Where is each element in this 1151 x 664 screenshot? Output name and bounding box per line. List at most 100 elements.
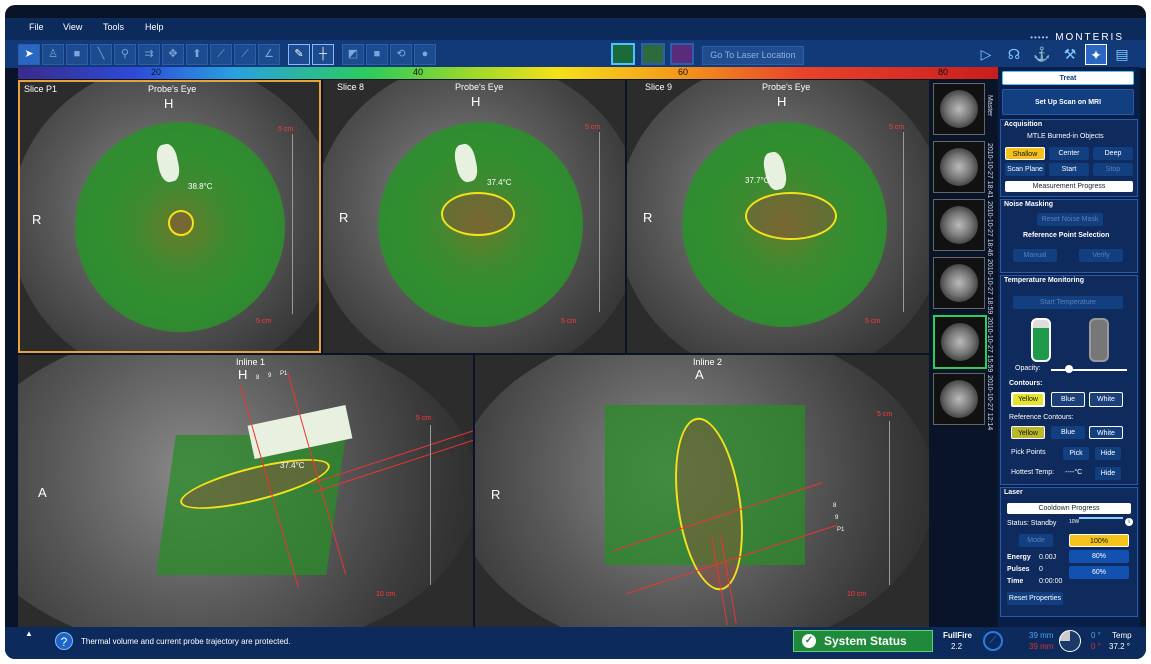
mode-button[interactable]: Mode: [1019, 534, 1053, 547]
time-value: 0:00:00: [1039, 578, 1063, 585]
opacity-slider[interactable]: [1051, 369, 1127, 371]
layout-grid-icon-1[interactable]: [611, 43, 635, 65]
deep-button[interactable]: Deep: [1093, 147, 1133, 160]
pick-button[interactable]: Pick: [1063, 447, 1089, 460]
shallow-button[interactable]: Shallow: [1005, 147, 1045, 160]
viewport-slice-8[interactable]: Slice 8 Probe's Eye H R 37.4°C 5 cm 5 cm: [323, 80, 625, 353]
treat-icon[interactable]: ✦: [1085, 44, 1107, 65]
pencil-tool-icon[interactable]: ✎: [288, 44, 310, 65]
head-icon[interactable]: ☊: [1003, 44, 1025, 65]
system-status-button[interactable]: ✓ System Status: [793, 630, 933, 652]
scan-plane-button[interactable]: Scan Plane: [1005, 163, 1045, 176]
pick-points-label: Pick Points: [1011, 449, 1046, 456]
menu-tools[interactable]: Tools: [103, 22, 124, 32]
probe-insert-icon[interactable]: ⚓: [1031, 44, 1053, 65]
probe-tool-icon[interactable]: ♙: [42, 44, 64, 65]
start-button[interactable]: Start: [1049, 163, 1089, 176]
fill-tool-icon[interactable]: ■: [366, 44, 388, 65]
laser-header: Laser: [1004, 489, 1023, 496]
acquisition-section: Acquisition MTLE Burned-in Objects Shall…: [1000, 119, 1138, 197]
contrast-tool-icon[interactable]: ◩: [342, 44, 364, 65]
viewport-slice-9[interactable]: Slice 9 Probe's Eye H R 37.7°C 5 cm 5 cm: [627, 80, 929, 353]
go-to-laser-button[interactable]: Go To Laser Location: [702, 46, 804, 65]
temperature-readout: 37.7°C: [745, 176, 770, 185]
rotation-dial-icon[interactable]: [1059, 630, 1081, 652]
ruler-tool-icon[interactable]: ⟋: [210, 44, 232, 65]
measurement-progress: Measurement Progress: [1005, 181, 1133, 192]
start-temperature-button[interactable]: Start Temperature: [1013, 296, 1123, 309]
menu-help[interactable]: Help: [145, 22, 164, 32]
center-button[interactable]: Center: [1049, 147, 1089, 160]
viewport-inline-2[interactable]: Inline 2 A R 8 9 P1 5 cm 10 cm: [475, 355, 929, 627]
opacity-slider-thumb[interactable]: [1065, 365, 1073, 373]
thumbnail-master[interactable]: [933, 83, 985, 135]
thumbnail-5[interactable]: [933, 373, 985, 425]
help-icon[interactable]: ?: [55, 632, 73, 650]
power-100-button[interactable]: 100%: [1069, 534, 1129, 547]
pulses-label: Pulses: [1007, 566, 1030, 573]
contour-blue-button[interactable]: Blue: [1051, 392, 1085, 407]
compass-icon[interactable]: ⟋: [983, 631, 1003, 651]
rect-tool-icon[interactable]: ■: [66, 44, 88, 65]
scale-ruler: [897, 132, 904, 312]
play-icon[interactable]: ▷: [975, 44, 997, 65]
angle-2: 0 °: [1091, 642, 1101, 651]
pointer-tool-icon[interactable]: ➤: [18, 44, 40, 65]
reset-noise-mask-button[interactable]: Reset Noise Mask: [1037, 213, 1103, 226]
ref-contour-white-button[interactable]: White: [1089, 426, 1123, 439]
thumbnail-4[interactable]: [933, 315, 987, 369]
ref-contour-blue-button[interactable]: Blue: [1051, 426, 1085, 439]
stop-button[interactable]: Stop: [1093, 163, 1133, 176]
viewport-inline-1[interactable]: Inline 1 H A 37.4°C 8 9 P1 5 cm 10 cm: [18, 355, 473, 627]
menu-bar: File View Tools Help ••••• MONTERIS: [5, 18, 1146, 43]
thumbnail-1[interactable]: [933, 141, 985, 193]
rotate-tool-icon[interactable]: ⟲: [390, 44, 412, 65]
power-60-button[interactable]: 60%: [1069, 566, 1129, 579]
dot-tool-icon[interactable]: ●: [414, 44, 436, 65]
contour-white-button[interactable]: White: [1089, 392, 1123, 407]
verify-button[interactable]: Verify: [1079, 249, 1123, 262]
up-tool-icon[interactable]: ⬆: [186, 44, 208, 65]
reset-properties-button[interactable]: Reset Properties: [1007, 592, 1063, 605]
viewport-slice-p1[interactable]: Slice P1 Probe's Eye H R 38.8°C 5 cm 5 c…: [18, 80, 321, 353]
view-title: Probe's Eye: [148, 84, 197, 94]
crosshair-tool-icon[interactable]: ┼: [312, 44, 334, 65]
zoom-tool-icon[interactable]: ⚲: [114, 44, 136, 65]
contour-yellow-button[interactable]: Yellow: [1011, 392, 1045, 407]
pan-tool-icon[interactable]: ✥: [162, 44, 184, 65]
orientation-top: A: [695, 367, 704, 382]
scale-label-bottom: 10 cm: [376, 591, 396, 598]
manual-button[interactable]: Manual: [1013, 249, 1057, 262]
layout-grid-icon-3[interactable]: [670, 43, 694, 65]
line-tool-icon[interactable]: ╲: [90, 44, 112, 65]
scale-ruler: [424, 425, 431, 585]
temp-label: Temp: [1112, 631, 1132, 640]
thumbnail-3[interactable]: [933, 257, 985, 309]
treat-tab[interactable]: Treat: [1002, 71, 1134, 85]
orientation-left: R: [491, 487, 501, 502]
scale-ruler: [593, 132, 600, 312]
laser-icon[interactable]: ⚒: [1059, 44, 1081, 65]
power-waveform-icon: [1079, 517, 1123, 531]
temperature-readout: 37.4°C: [280, 461, 305, 470]
hide-pick-button[interactable]: Hide: [1095, 447, 1121, 460]
contours-label: Contours:: [1009, 380, 1043, 387]
thumbnail-2[interactable]: [933, 199, 985, 251]
hide-hottest-button[interactable]: Hide: [1095, 467, 1121, 480]
thumb-label-5: 2010-10-27 12:14: [986, 375, 993, 431]
menu-file[interactable]: File: [29, 22, 44, 32]
ref-contour-yellow-button[interactable]: Yellow: [1011, 426, 1045, 439]
control-panel: Treat Set Up Scan on MRI Acquisition MTL…: [998, 67, 1140, 637]
info-icon[interactable]: i: [1125, 518, 1133, 526]
trajectory-tool-icon[interactable]: ⇉: [138, 44, 160, 65]
orientation-left: R: [643, 210, 653, 225]
menu-view[interactable]: View: [63, 22, 82, 32]
set-up-scan-button[interactable]: Set Up Scan on MRI: [1002, 89, 1134, 115]
expand-up-icon[interactable]: ▲: [25, 629, 33, 638]
orientation-top: H: [164, 96, 174, 111]
power-80-button[interactable]: 80%: [1069, 550, 1129, 563]
layout-grid-icon-2[interactable]: [641, 43, 665, 65]
report-icon[interactable]: ▤: [1111, 44, 1133, 65]
angle-tool-icon[interactable]: ∠: [258, 44, 280, 65]
measure-tool-icon[interactable]: ⟋: [234, 44, 256, 65]
